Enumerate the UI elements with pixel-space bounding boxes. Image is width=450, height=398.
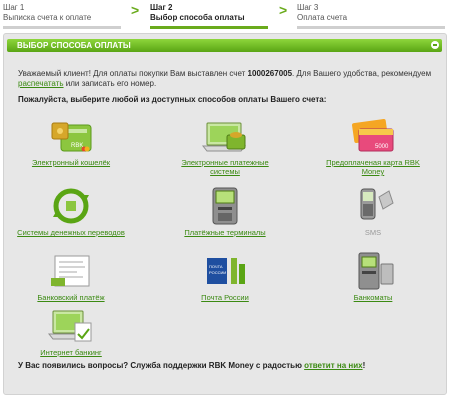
method-internet-banking[interactable]: Интернет банкинг	[16, 307, 126, 357]
method-prepaid-card[interactable]: 5000 Предоплаченая карта RBK Money	[318, 117, 428, 176]
payment-method-panel: ВЫБОР СПОСОБА ОПЛАТЫ Уважаемый клиент! Д…	[3, 33, 447, 395]
collapse-icon[interactable]	[431, 41, 439, 49]
step-3: Шаг 3 Оплата счета	[297, 3, 445, 29]
panel-title: ВЫБОР СПОСОБА ОПЛАТЫ	[17, 41, 131, 50]
step-2-number: Шаг 2	[150, 3, 173, 12]
method-payment-terminals[interactable]: Платёжные терминалы	[170, 187, 280, 237]
step-arrow-icon: >	[131, 2, 140, 18]
support-link[interactable]: ответит на них	[304, 361, 362, 370]
prepaid-card-icon: 5000	[349, 117, 397, 155]
step-2-title: Выбор способа оплаты	[150, 13, 245, 22]
bank-payment-icon	[47, 252, 95, 290]
step-3-bar	[297, 26, 445, 29]
card-value: 5000	[375, 144, 389, 150]
wallet-icon: RBK	[47, 117, 95, 155]
method-electronic-payment-systems[interactable]: Электронные платежные системы	[170, 117, 280, 176]
method-label[interactable]: Банкоматы	[318, 293, 428, 302]
method-label[interactable]: Системы денежных переводов	[16, 228, 126, 237]
svg-text:РОССИИ: РОССИИ	[209, 270, 226, 275]
method-label[interactable]: Предоплаченая карта RBK Money	[318, 158, 428, 176]
step-1: Шаг 1 Выписка счета к оплате	[3, 3, 121, 29]
laptop-wallet-icon	[201, 117, 249, 155]
method-label[interactable]: Электронный кошелёк	[16, 158, 126, 167]
svg-text:ПОЧТА: ПОЧТА	[209, 264, 223, 269]
intro-text-part: или записать его номер.	[63, 79, 157, 88]
method-label[interactable]: Платёжные терминалы	[170, 228, 280, 237]
step-1-bar	[3, 26, 121, 29]
svg-text:RBK: RBK	[71, 143, 83, 149]
support-footer: У Вас появились вопросы? Служба поддержк…	[18, 361, 365, 370]
step-2-bar	[150, 26, 268, 29]
footer-text-end: !	[362, 361, 366, 370]
print-link[interactable]: распечатать	[18, 79, 64, 88]
method-atm[interactable]: Банкоматы	[318, 252, 428, 302]
step-2: Шаг 2 Выбор способа оплаты	[150, 3, 268, 29]
step-arrow-icon: >	[279, 2, 288, 18]
method-bank-payment[interactable]: Банковский платёж	[16, 252, 126, 302]
method-label[interactable]: Почта России	[170, 293, 280, 302]
money-transfer-icon	[47, 187, 95, 225]
step-indicator: Шаг 1 Выписка счета к оплате > Шаг 2 Выб…	[0, 0, 450, 29]
payment-terminal-icon	[201, 187, 249, 225]
step-3-number: Шаг 3	[297, 3, 319, 12]
method-electronic-wallet[interactable]: RBK Электронный кошелёк	[16, 117, 126, 167]
method-label[interactable]: Банковский платёж	[16, 293, 126, 302]
method-money-transfer[interactable]: Системы денежных переводов	[16, 187, 126, 237]
footer-text: У Вас появились вопросы? Служба поддержк…	[18, 361, 305, 370]
invoice-number: 1000267005	[247, 69, 293, 78]
method-label[interactable]: SMS	[318, 228, 428, 237]
step-1-title: Выписка счета к оплате	[3, 13, 92, 22]
choose-method-heading: Пожалуйста, выберите любой из доступных …	[18, 95, 327, 104]
intro-text-part: Уважаемый клиент! Для оплаты покупки Вам…	[18, 69, 248, 78]
panel-header: ВЫБОР СПОСОБА ОПЛАТЫ	[7, 39, 442, 52]
intro-text: Уважаемый клиент! Для оплаты покупки Вам…	[18, 69, 438, 89]
method-label[interactable]: Интернет банкинг	[16, 348, 126, 357]
mobile-phone-icon	[349, 187, 397, 225]
method-label[interactable]: Электронные платежные системы	[170, 158, 280, 176]
internet-banking-icon	[47, 307, 95, 345]
method-russian-post[interactable]: ПОЧТА РОССИИ Почта России	[170, 252, 280, 302]
russian-post-icon: ПОЧТА РОССИИ	[201, 252, 249, 290]
intro-text-part: . Для Вашего удобства, рекомендуем	[292, 69, 432, 78]
atm-icon	[349, 252, 397, 290]
step-1-number: Шаг 1	[3, 3, 25, 12]
step-3-title: Оплата счета	[297, 13, 348, 22]
method-sms[interactable]: SMS	[318, 187, 428, 237]
